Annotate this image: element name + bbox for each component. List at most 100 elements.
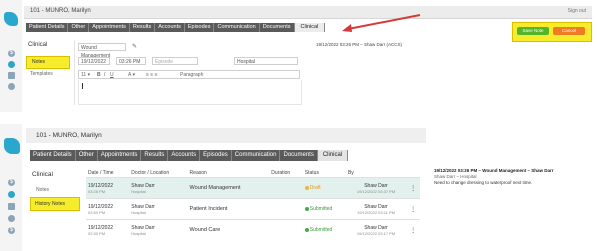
sidebar-heading-2: Clinical	[32, 171, 53, 178]
col-actions	[406, 168, 420, 178]
save-note-button[interactable]: Save Note	[517, 27, 549, 35]
row-menu-icon[interactable]: ⋮	[406, 177, 420, 199]
tab-appointments-2[interactable]: Appointments	[97, 150, 142, 161]
table-row[interactable]: 19/12/2022 02:50 PM Shaw Darr Hospital Pat…	[86, 198, 420, 220]
sign-out-link[interactable]: Sign out	[568, 8, 586, 14]
row-menu-icon[interactable]: ⋮	[406, 198, 420, 220]
tab-communication-2[interactable]: Communication	[231, 150, 281, 161]
row-reason: Patient Incident	[187, 198, 270, 220]
cancel-button[interactable]: Cancel	[553, 27, 585, 35]
row-doctor-cell: Shaw Darr Hospital	[129, 177, 188, 199]
tab-results[interactable]: Results	[129, 23, 156, 32]
row-date: 19/12/2022	[88, 203, 114, 210]
app-logo-2	[4, 138, 20, 154]
row-doctor: Shaw Darr	[131, 182, 155, 189]
row-location: Hospital	[131, 209, 146, 215]
row-by-cell: Shaw Darr 19/12/2022 03:37 PM	[345, 177, 407, 199]
tab-episodes-2[interactable]: Episodes	[200, 150, 232, 161]
nav-people-icon[interactable]	[8, 61, 15, 68]
row-date-cell: 19/12/2022 03:26 PM	[86, 177, 130, 199]
tab-episodes[interactable]: Episodes	[184, 23, 215, 32]
tab-communication[interactable]: Communication	[214, 23, 260, 32]
tab-clinical-2[interactable]: Clinical	[317, 150, 349, 161]
app-logo	[4, 12, 18, 26]
nav-dollar-icon-2[interactable]: $	[8, 179, 15, 186]
col-status: Status	[304, 169, 319, 176]
status-submitted-dot	[304, 227, 309, 232]
tab-clinical[interactable]: Clinical	[294, 23, 326, 32]
row-status-cell: Draft	[302, 177, 346, 199]
row-duration	[269, 177, 303, 199]
row-doctor-cell: Shaw Darr Hospital	[129, 219, 188, 241]
sidebar-item-notes[interactable]: Notes	[32, 59, 45, 65]
episode-select[interactable]: Episode	[152, 57, 198, 65]
table-row[interactable]: 19/12/2022 02:30 PM Shaw Darr Hospital Wou…	[86, 219, 420, 241]
nav-settings-icon[interactable]	[8, 83, 15, 90]
tab-patient-details[interactable]: Patient Details	[26, 23, 69, 32]
row-date: 19/12/2022	[88, 182, 114, 189]
sidebar-item-templates[interactable]: Templates	[30, 71, 53, 77]
sidebar-item-history-notes[interactable]: History Notes	[35, 201, 65, 207]
row-menu-icon[interactable]: ⋮	[406, 219, 420, 241]
font-size-select[interactable]: 11 ▾	[81, 72, 90, 78]
nav-calendar-icon-2[interactable]	[8, 203, 15, 210]
nav-people-icon-2[interactable]	[8, 191, 15, 198]
tab-accounts-2[interactable]: Accounts	[168, 150, 201, 161]
tab-other-2[interactable]: Other	[75, 150, 98, 161]
tab-patient-details-2[interactable]: Patient Details	[30, 150, 76, 161]
time-field[interactable]: 03:26 PM	[116, 57, 146, 65]
bold-button[interactable]: B	[97, 72, 101, 78]
status-draft-dot	[304, 185, 309, 190]
tab-other[interactable]: Other	[68, 23, 90, 32]
preview-body: Need to change dressing to waterproof ne…	[434, 180, 533, 185]
note-body-editor[interactable]	[78, 80, 302, 105]
row-by-time: 19/12/2022 03:37 PM	[356, 188, 396, 194]
nav-dollar-icon[interactable]: $	[8, 50, 15, 57]
patient-title: 101 - MUNRO, Marilyn	[30, 8, 91, 14]
table-header: Date / Time Doctor / Location Reason Dur…	[86, 168, 420, 178]
right-heading: 19/12/2022 03:26 PM – Shaw Darr (ACCS)	[316, 42, 403, 47]
tab-documents[interactable]: Documents	[259, 23, 295, 32]
row-by-time: 19/12/2022 03:11 PM	[357, 209, 396, 215]
nav-money-icon-2[interactable]: $	[8, 227, 15, 234]
title-edit-icon[interactable]: ✎	[132, 43, 137, 50]
col-doctor: Doctor / Location	[131, 169, 170, 176]
patient-title-2: 101 - MUNRO, Marilyn	[36, 132, 102, 139]
row-date: 19/12/2022	[88, 224, 114, 231]
row-reason: Wound Care	[187, 219, 270, 241]
row-location: Hospital	[131, 188, 146, 194]
row-by-cell: Shaw Darr 19/12/2022 03:11 PM	[345, 198, 407, 220]
screen-history: $ $ 101 - MUNRO, Marilyn Patient Details…	[0, 124, 598, 251]
row-reason: Wound Management	[187, 177, 270, 199]
row-status: Submitted	[309, 227, 333, 234]
nav-calendar-icon[interactable]	[8, 72, 15, 79]
row-doctor-cell: Shaw Darr Hospital	[129, 198, 188, 220]
text-cursor	[82, 83, 83, 89]
font-color-button[interactable]: A ▾	[128, 72, 135, 78]
row-by: Shaw Darr	[364, 182, 388, 189]
row-date-cell: 19/12/2022 02:30 PM	[86, 219, 130, 241]
practitioner-field[interactable]: Hospital	[234, 57, 298, 65]
sidebar-notes-highlight[interactable]: Notes	[26, 56, 70, 69]
sidebar-heading: Clinical	[28, 42, 48, 48]
sidebar-history-highlight[interactable]: History Notes	[30, 197, 80, 211]
tab-results-2[interactable]: Results	[141, 150, 169, 161]
nav-settings-icon-2[interactable]	[8, 215, 15, 222]
tab-accounts[interactable]: Accounts	[155, 23, 185, 32]
format-select[interactable]: Paragraph	[180, 72, 203, 78]
row-duration	[269, 219, 303, 241]
table-row[interactable]: 19/12/2022 03:26 PM Shaw Darr Hospital Wou…	[86, 177, 420, 199]
tab-documents-2[interactable]: Documents	[280, 150, 318, 161]
row-duration	[269, 198, 303, 220]
row-status: Draft	[309, 185, 321, 191]
date-field[interactable]: 19/12/2022	[78, 57, 110, 65]
list-buttons[interactable]: ≡ ≡ ≡	[146, 72, 158, 78]
underline-button[interactable]: U	[110, 72, 114, 78]
italic-button[interactable]: I	[104, 72, 105, 78]
col-date: Date / Time	[88, 169, 114, 176]
row-time: 02:50 PM	[88, 209, 106, 215]
title-field[interactable]: Wound Management	[78, 43, 126, 59]
sidebar-item-notes-2[interactable]: Notes	[36, 187, 49, 193]
tab-appointments[interactable]: Appointments	[89, 23, 130, 32]
notes-table: Date / Time Doctor / Location Reason Dur…	[86, 168, 420, 241]
